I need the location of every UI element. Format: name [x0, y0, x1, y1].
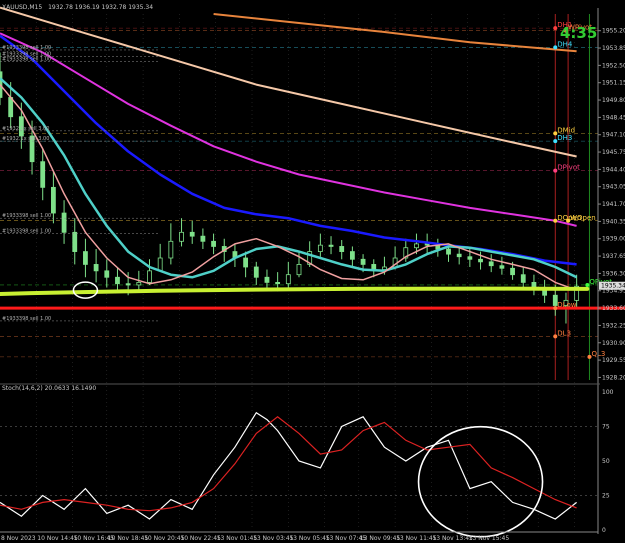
order-tag: #1933398 sell 1.00 [2, 316, 51, 322]
trading-chart[interactable]: #1933398 sell 1.00 #1933398 sell 1.00 #193… [0, 0, 625, 543]
y-tick-label: 1936.30 [602, 270, 625, 277]
x-tick-label: 13 Nov 15:45 [469, 535, 510, 542]
candle-body [275, 281, 281, 285]
stoch-tick-label: 50 [602, 458, 610, 465]
stoch-tick-label: 75 [602, 424, 610, 431]
y-tick-label: 1932.25 [602, 322, 625, 329]
candle-body [200, 235, 206, 242]
order-tag: #1933398 sell 1.00 [2, 57, 51, 63]
order-tag: #1933398 sell 1.00 [2, 213, 51, 219]
window-title: XAUUSD,M15 1932.78 1936.19 1932.78 1935.… [2, 4, 153, 11]
candle-body [499, 265, 505, 269]
x-tick-label: 13 Nov 11:45 [396, 535, 437, 542]
x-tick-label: 10 Nov 14:45 [37, 535, 78, 542]
y-tick-label: 1941.70 [602, 201, 625, 208]
x-tick-label: 13 Nov 01:45 [217, 535, 258, 542]
candle-body [264, 276, 270, 283]
candle-body [446, 248, 451, 255]
candle-body [296, 264, 302, 276]
candle-body [349, 251, 355, 260]
candle-body [168, 240, 174, 259]
stoch-tick-label: 100 [602, 389, 614, 396]
candle-body [371, 264, 377, 270]
level-label: DLow [557, 301, 576, 309]
x-tick-label: 8 Nov 2023 [1, 535, 36, 542]
order-tag: #1933398 sell 1.00 [2, 45, 51, 51]
y-tick-label: 1948.45 [602, 114, 625, 121]
symbol-title: XAUUSD,M15 [2, 4, 42, 11]
x-tick-label: 13 Nov 09:45 [360, 535, 401, 542]
candle-body [115, 276, 120, 285]
candle-body [61, 212, 67, 233]
candle-body [317, 244, 323, 252]
candle-body [189, 231, 195, 237]
candle-body [478, 258, 483, 263]
y-tick-label: 1953.85 [602, 45, 625, 52]
stoch-tick-label: 0 [602, 527, 606, 534]
x-tick-label: 10 Nov 22:45 [180, 535, 221, 542]
candle-body [253, 266, 259, 278]
y-tick-label: 1940.35 [602, 218, 625, 225]
candle-timer: 4:35 [560, 24, 597, 42]
candle-body [157, 257, 163, 272]
x-tick-label: 10 Nov 20:45 [144, 535, 185, 542]
candle-body [285, 274, 291, 285]
y-tick-label: 1949.80 [602, 97, 625, 104]
order-tag: #1932.1x sell 3.00 [2, 136, 49, 142]
x-tick-label: 13 Nov 05:45 [289, 535, 330, 542]
y-tick-label: 1947.10 [602, 132, 625, 139]
level-label: WOpen [570, 214, 596, 222]
candle-body [328, 244, 334, 247]
level-label: DL3 [557, 329, 571, 337]
candle-body [147, 270, 152, 283]
order-tag: #1932.1x sell 3.00 [2, 126, 49, 132]
candle-body [424, 243, 430, 246]
y-tick-label: 1955.20 [602, 28, 625, 35]
stoch-title: Stoch(14,6,2) 20.0633 16.1490 [2, 385, 96, 392]
candle-body [40, 161, 46, 188]
candle-body [360, 258, 366, 265]
candle-body [488, 261, 494, 267]
candle-body [93, 264, 99, 272]
stoch-tick-label: 25 [602, 493, 610, 500]
y-tick-label: 1952.50 [602, 62, 625, 69]
candle-body [510, 267, 515, 276]
candle-body [243, 257, 249, 268]
y-tick-label: 1933.60 [602, 305, 625, 312]
candle-body [339, 246, 345, 252]
candle-body [467, 256, 473, 260]
candle-body [72, 231, 78, 252]
candle-body [125, 283, 131, 286]
candle-body [179, 231, 184, 242]
candle-body [83, 251, 88, 265]
candle-body [211, 240, 216, 247]
chart-background [0, 0, 625, 543]
candle-body [414, 243, 419, 249]
candle-body [104, 270, 110, 278]
y-tick-label: 1944.40 [602, 166, 625, 173]
candle-body [50, 186, 56, 214]
candle-body [8, 97, 14, 118]
y-tick-label: 1945.75 [602, 149, 625, 156]
y-tick-label: 1929.55 [602, 357, 625, 364]
x-tick-label: 13 Nov 03:45 [253, 535, 294, 542]
candle-body [456, 253, 462, 258]
level-label: DH3 [557, 134, 572, 142]
y-tick-label: 1928.20 [602, 374, 625, 381]
y-tick-label: 1943.05 [602, 184, 625, 191]
order-tag: #1933398 sell 1.00 [2, 229, 51, 235]
ohlc-readout: 1932.78 1936.19 1932.78 1935.34 [48, 4, 153, 11]
y-tick-label: 1951.15 [602, 80, 625, 87]
current-price-label: 1935.34 [601, 283, 625, 290]
y-tick-label: 1930.90 [602, 340, 625, 347]
level-label: DPivot [557, 164, 580, 172]
y-tick-label: 1939.00 [602, 236, 625, 243]
chart-svg[interactable]: #1933398 sell 1.00 #1933398 sell 1.00 #193… [0, 0, 625, 543]
candle-body [136, 281, 142, 286]
candle-body [520, 274, 526, 283]
x-tick-label: 10 Nov 18:45 [108, 535, 149, 542]
y-tick-label: 1937.65 [602, 253, 625, 260]
x-tick-label: 13 Nov 13:45 [432, 535, 473, 542]
